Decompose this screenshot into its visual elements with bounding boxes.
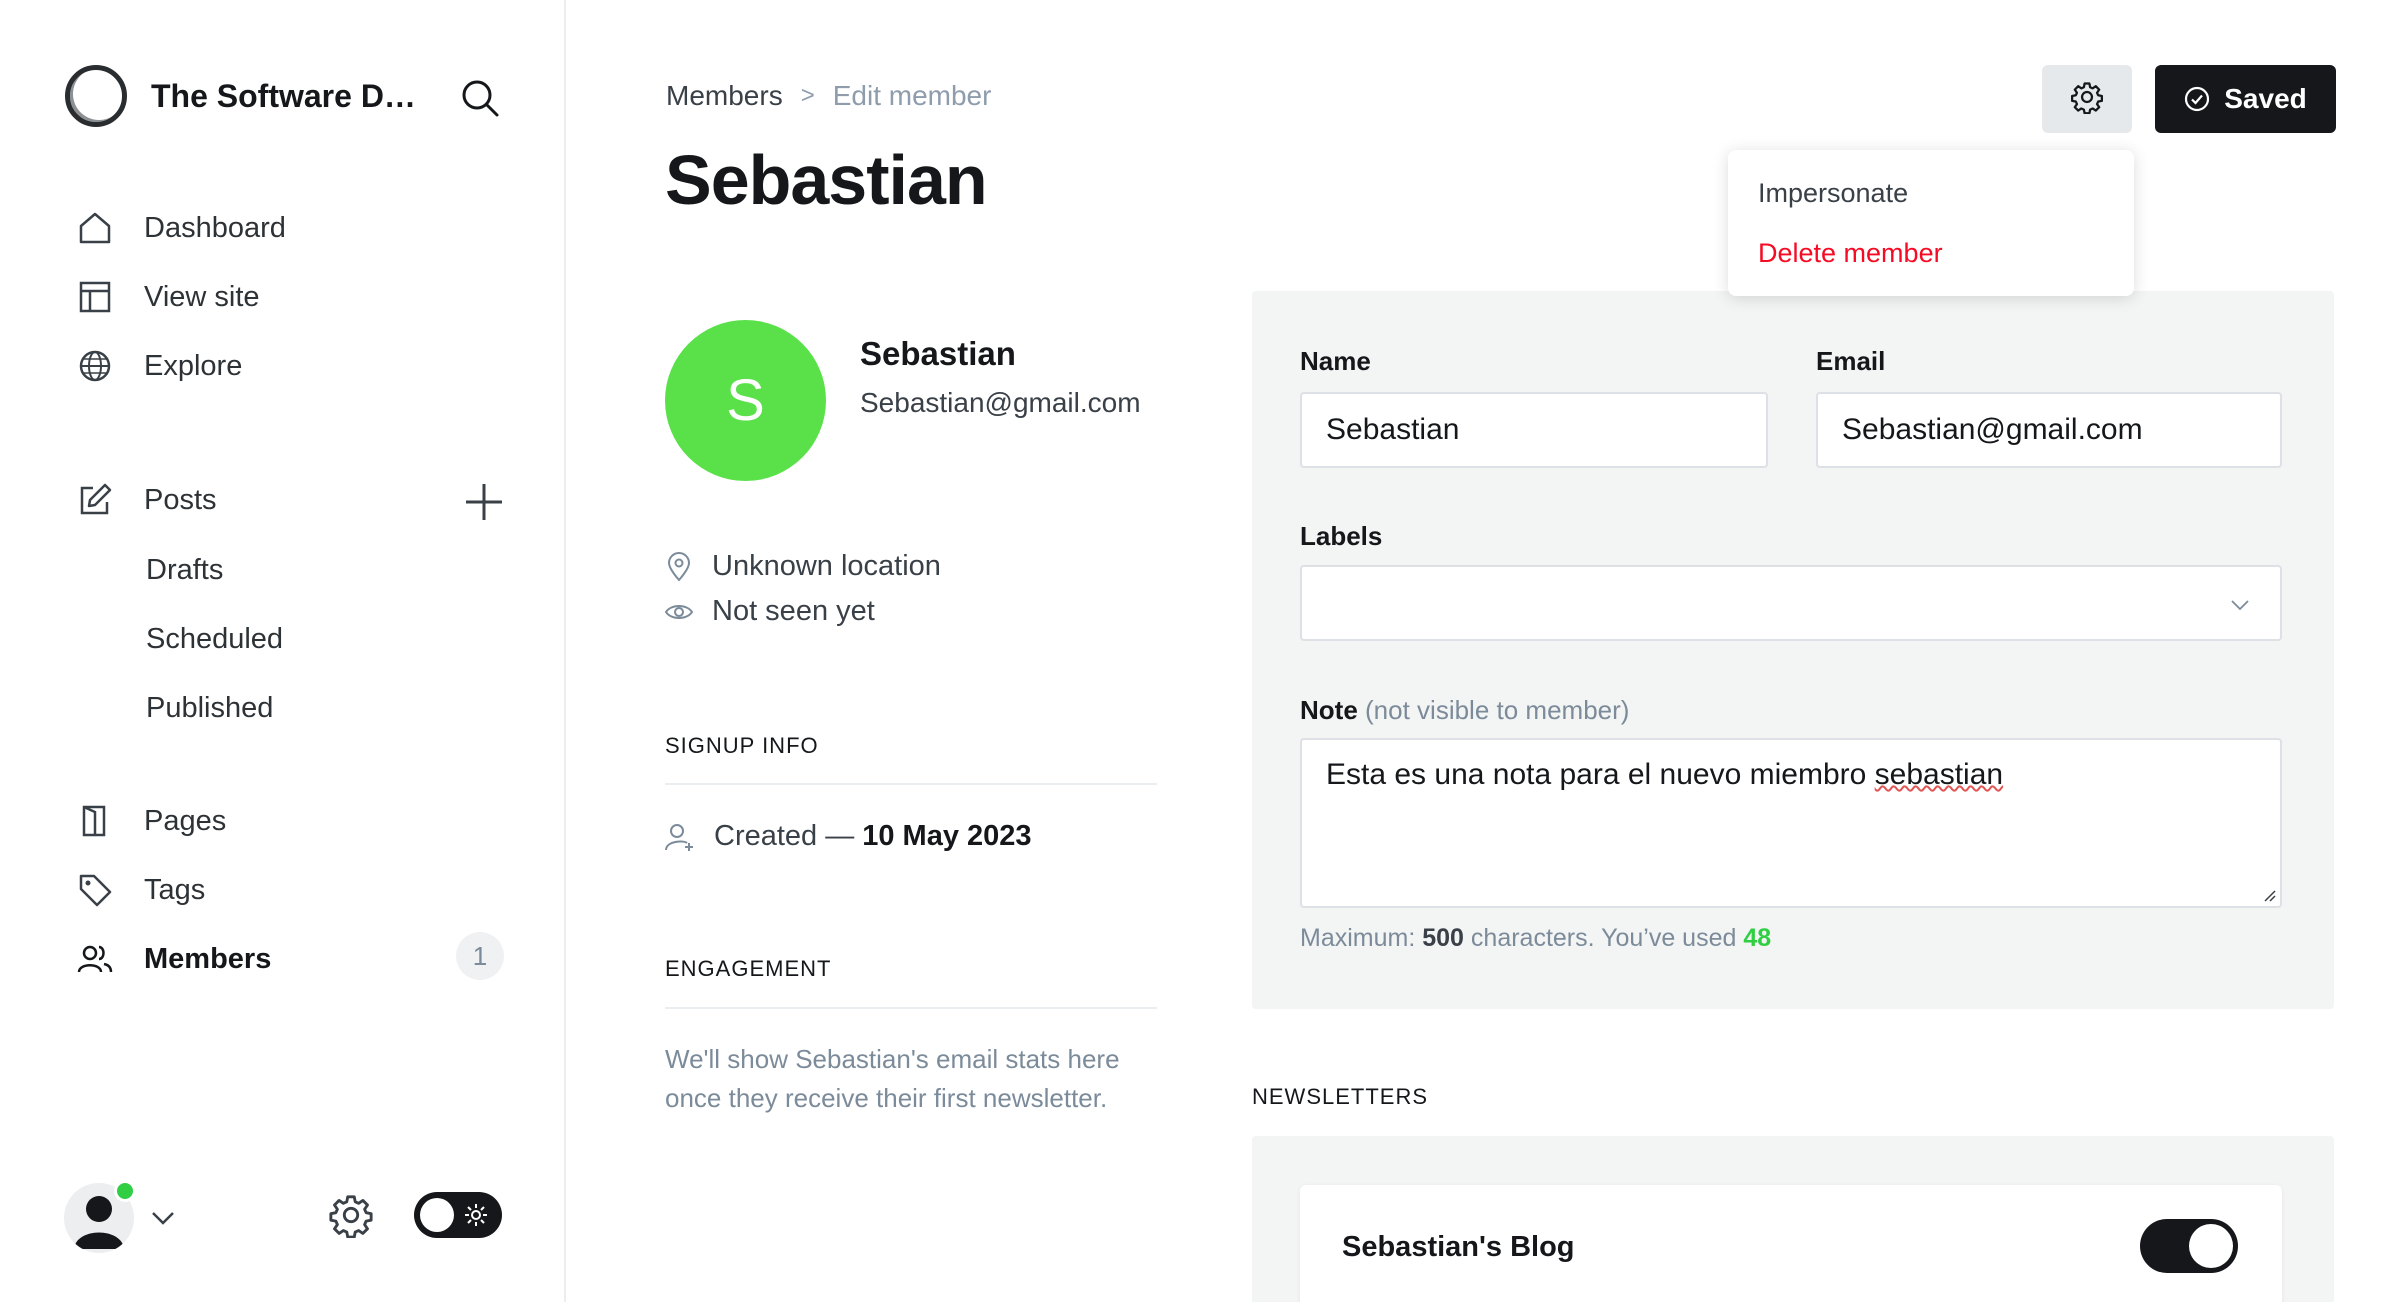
- site-logo: [65, 65, 127, 127]
- home-icon: [76, 209, 114, 247]
- labels-select[interactable]: [1300, 565, 2282, 641]
- note-label: Note (not visible to member): [1300, 695, 1629, 726]
- name-input[interactable]: Sebastian: [1300, 392, 1768, 468]
- count-prefix: Maximum:: [1300, 924, 1416, 952]
- nav-view-site-label: View site: [144, 280, 260, 313]
- created-date: 10 May 2023: [862, 820, 1032, 852]
- newsletters-heading: NEWSLETTERS: [1252, 1084, 1429, 1109]
- theme-toggle[interactable]: [414, 1192, 502, 1238]
- toggle-knob: [2189, 1224, 2233, 1268]
- nav-drafts[interactable]: Drafts: [146, 544, 223, 596]
- member-last-seen: Not seen yet: [664, 595, 875, 628]
- nav-posts-label: Posts: [144, 483, 217, 516]
- nav-dashboard[interactable]: Dashboard: [76, 202, 286, 254]
- nav-tags[interactable]: Tags: [76, 864, 205, 916]
- engagement-divider: [665, 1007, 1157, 1009]
- page-icon: [76, 802, 114, 840]
- page-title: Sebastian: [665, 141, 988, 219]
- breadcrumb-separator: >: [800, 82, 815, 109]
- newsletter-item: Sebastian's Blog: [1300, 1185, 2282, 1302]
- globe-icon: [76, 347, 114, 385]
- location-pin-icon: [667, 551, 691, 581]
- saved-button-label: Saved: [2224, 83, 2307, 114]
- search-icon[interactable]: [460, 78, 500, 118]
- count-used: 48: [1743, 924, 1772, 952]
- resize-handle-icon[interactable]: [2260, 886, 2276, 902]
- newsletter-subscribe-toggle[interactable]: [2140, 1219, 2238, 1273]
- note-label-hint: (not visible to member): [1365, 695, 1630, 725]
- brand[interactable]: The Software De...: [65, 65, 421, 127]
- eye-icon: [664, 604, 694, 619]
- email-label: Email: [1816, 346, 1886, 376]
- nav-view-site[interactable]: View site: [76, 271, 260, 323]
- sidebar: The Software De... Dashboard View site E…: [0, 0, 566, 1302]
- saved-button[interactable]: Saved: [2155, 65, 2336, 133]
- note-textarea[interactable]: Esta es una nota para el nuevo miembro s…: [1300, 738, 2282, 908]
- member-last-seen-text: Not seen yet: [712, 595, 875, 627]
- signup-divider: [665, 783, 1157, 785]
- email-input[interactable]: Sebastian@gmail.com: [1816, 392, 2282, 468]
- count-middle: characters. You’ve used: [1470, 924, 1737, 952]
- nav-pages[interactable]: Pages: [76, 795, 226, 847]
- labels-label: Labels: [1300, 521, 1383, 551]
- theme-toggle-knob: [420, 1198, 454, 1232]
- nav-published[interactable]: Published: [146, 682, 273, 734]
- edit-icon: [76, 481, 114, 519]
- nav-dashboard-label: Dashboard: [144, 211, 286, 244]
- site-title: The Software De...: [151, 77, 421, 114]
- nav-pages-label: Pages: [144, 804, 227, 837]
- member-actions-menu: Impersonate Delete member: [1728, 150, 2134, 296]
- chevron-down-icon[interactable]: [148, 1203, 178, 1233]
- nav-explore-label: Explore: [144, 349, 243, 382]
- member-location-text: Unknown location: [712, 550, 941, 582]
- member-avatar: S: [665, 320, 826, 481]
- tag-icon: [76, 871, 114, 909]
- engagement-text: We'll show Sebastian's email stats here …: [665, 1044, 1120, 1113]
- note-label-text: Note: [1300, 695, 1358, 725]
- created-row: Created — 10 May 2023: [664, 820, 1032, 853]
- sun-icon: [464, 1203, 488, 1227]
- settings-gear-icon[interactable]: [328, 1192, 374, 1239]
- gear-icon: [2070, 80, 2104, 119]
- online-status-dot: [114, 1180, 136, 1202]
- member-name: Sebastian: [860, 335, 1016, 372]
- member-email: Sebastian@gmail.com: [860, 387, 1141, 418]
- breadcrumb-current: Edit member: [832, 80, 992, 111]
- members-count-badge: 1: [456, 932, 504, 980]
- created-prefix: Created —: [714, 820, 855, 852]
- menu-delete-member[interactable]: Delete member: [1758, 238, 1943, 269]
- nav-tags-label: Tags: [144, 873, 206, 906]
- nav-scheduled[interactable]: Scheduled: [146, 613, 283, 665]
- signup-info-heading: SIGNUP INFO: [665, 733, 819, 758]
- nav-explore[interactable]: Explore: [76, 340, 242, 392]
- add-post-plus-icon[interactable]: [462, 480, 506, 524]
- engagement-heading: ENGAGEMENT: [665, 956, 832, 981]
- members-icon: [76, 940, 114, 978]
- newsletter-name: Sebastian's Blog: [1342, 1231, 1575, 1263]
- nav-members[interactable]: Members: [76, 933, 271, 985]
- menu-impersonate[interactable]: Impersonate: [1758, 178, 1908, 209]
- nav-posts[interactable]: Posts: [76, 474, 217, 526]
- breadcrumb-members-link[interactable]: Members: [666, 80, 783, 112]
- member-location: Unknown location: [664, 550, 941, 583]
- member-actions-button[interactable]: [2042, 65, 2132, 133]
- breadcrumb: Members > Edit member: [666, 80, 991, 112]
- nav-members-label: Members: [144, 942, 272, 975]
- check-circle-icon: [2185, 86, 2210, 112]
- count-max: 500: [1422, 924, 1464, 952]
- note-text: Esta es una nota para el nuevo miembro: [1326, 758, 1875, 791]
- layout-icon: [76, 278, 114, 316]
- name-label: Name: [1300, 346, 1371, 376]
- chevron-down-icon: [2231, 600, 2249, 611]
- note-text-misspelled: sebastian: [1874, 758, 2004, 791]
- note-character-count: Maximum: 500 characters. You’ve used 48: [1300, 924, 1771, 953]
- user-plus-icon: [665, 823, 693, 851]
